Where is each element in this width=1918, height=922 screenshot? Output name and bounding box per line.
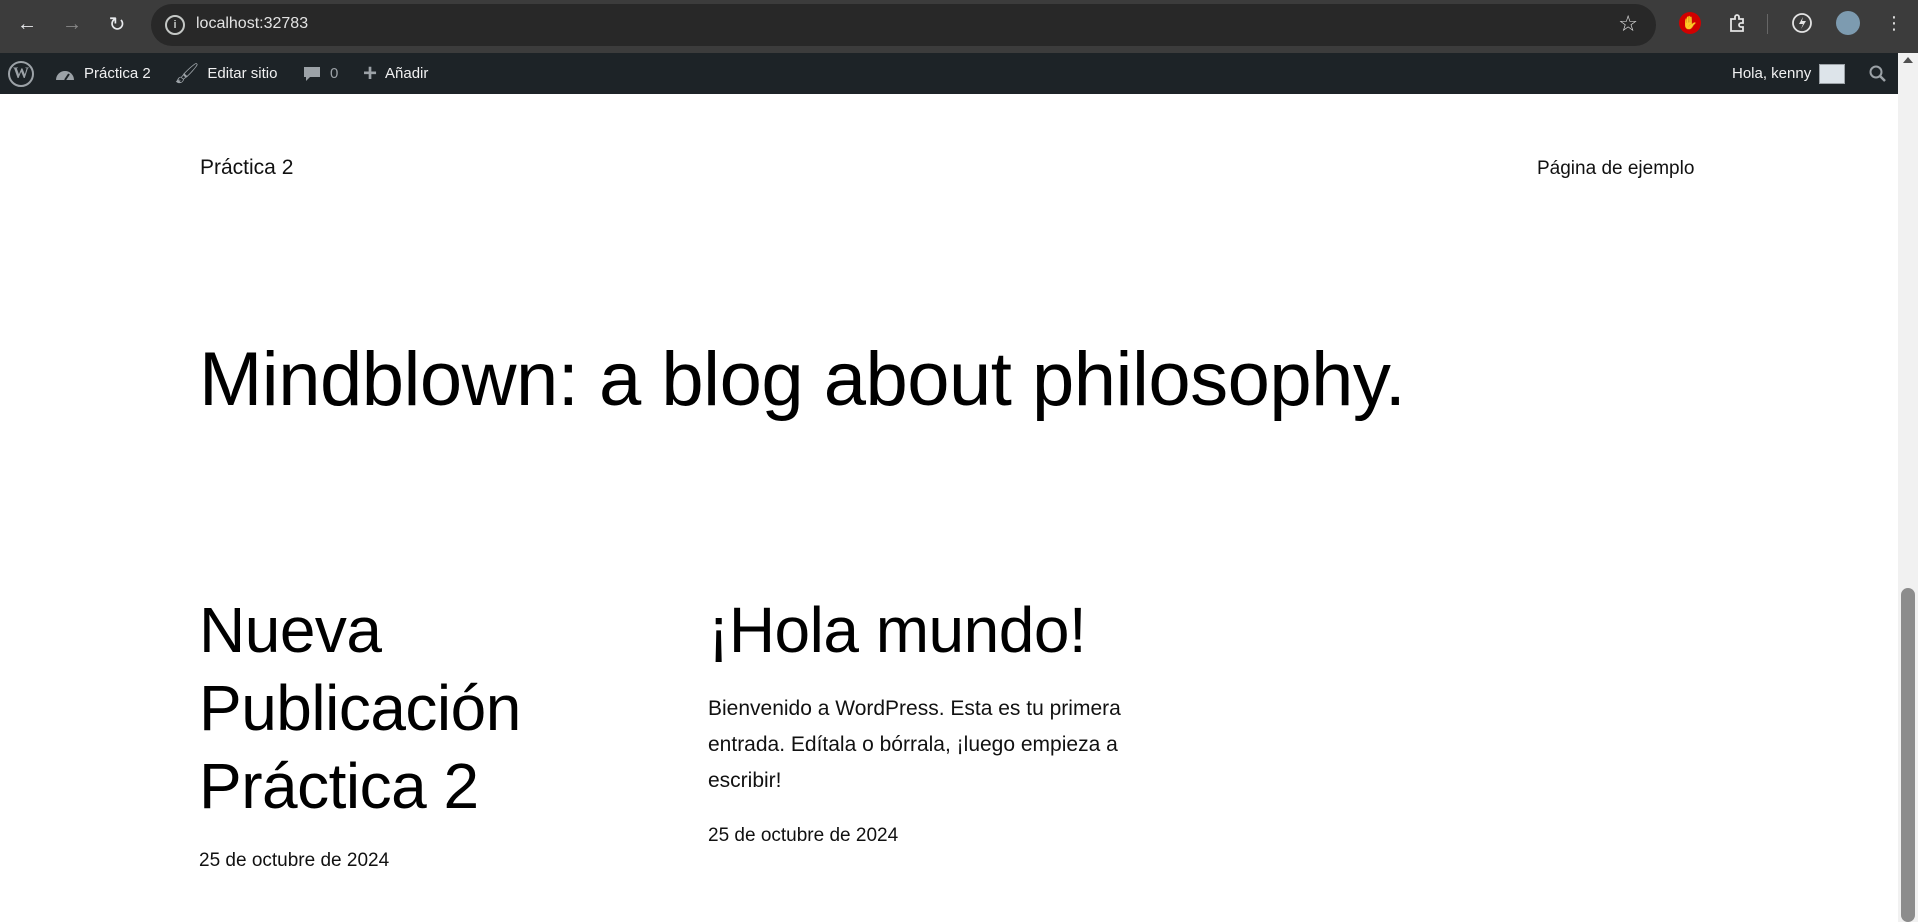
back-button[interactable]: ← bbox=[13, 10, 41, 38]
comment-bubble-icon bbox=[302, 65, 322, 83]
greeting-label: Hola, kenny bbox=[1732, 65, 1812, 82]
star-icon[interactable]: ☆ bbox=[1618, 11, 1638, 37]
site-name-label: Práctica 2 bbox=[84, 65, 151, 82]
red-hand-extension-icon[interactable]: ✋ bbox=[1678, 11, 1702, 35]
profile-avatar-icon[interactable] bbox=[1836, 11, 1860, 35]
browser-toolbar: ← → ↻ i localhost:32783 ☆ ✋ ⋮ bbox=[0, 0, 1918, 53]
page-tagline: Mindblown: a blog about philosophy. bbox=[199, 337, 1406, 422]
comments-count: 0 bbox=[330, 65, 339, 82]
search-icon bbox=[1869, 65, 1886, 82]
scrollbar-thumb[interactable] bbox=[1901, 588, 1915, 922]
address-bar[interactable]: i localhost:32783 ☆ bbox=[151, 4, 1656, 46]
site-title[interactable]: Práctica 2 bbox=[200, 156, 293, 180]
my-account-menu[interactable]: Hola, kenny bbox=[1732, 53, 1846, 94]
edit-site-link[interactable]: 🖌 Editar sitio bbox=[174, 53, 277, 94]
puzzle-extensions-icon[interactable] bbox=[1725, 11, 1749, 35]
scroll-up-arrow-icon[interactable] bbox=[1903, 57, 1913, 63]
arrow-left-icon: ← bbox=[17, 12, 37, 35]
brush-icon: 🖌 bbox=[174, 63, 200, 85]
wordpress-logo-icon: W bbox=[8, 60, 34, 87]
nav-link-sample-page[interactable]: Página de ejemplo bbox=[1537, 158, 1694, 180]
add-new-label: Añadir bbox=[385, 65, 429, 82]
add-new-menu[interactable]: + Añadir bbox=[363, 53, 428, 94]
post-card: ¡Hola mundo! Bienvenido a WordPress. Est… bbox=[708, 591, 1188, 847]
performance-icon[interactable] bbox=[1790, 11, 1814, 35]
url-text[interactable]: localhost:32783 bbox=[196, 15, 308, 33]
edit-site-label: Editar sitio bbox=[207, 65, 278, 82]
forward-button[interactable]: → bbox=[58, 10, 86, 38]
dashboard-gauge-icon bbox=[54, 65, 76, 83]
post-title-link[interactable]: Nueva Publicación Práctica 2 bbox=[199, 591, 619, 825]
post-excerpt: Bienvenido a WordPress. Esta es tu prime… bbox=[708, 697, 1121, 792]
post-card: Nueva Publicación Práctica 2 25 de octub… bbox=[199, 591, 619, 872]
comments-link[interactable]: 0 bbox=[302, 53, 338, 94]
reload-icon: ↻ bbox=[108, 13, 126, 36]
post-date[interactable]: 25 de octubre de 2024 bbox=[708, 825, 1188, 847]
wordpress-logo-menu[interactable]: W bbox=[8, 53, 34, 94]
plus-icon: + bbox=[363, 59, 378, 87]
wp-admin-bar: W Práctica 2 🖌 Editar sitio 0 + Añadir H… bbox=[0, 53, 1898, 94]
user-avatar bbox=[1819, 63, 1846, 84]
toolbar-divider bbox=[1767, 14, 1768, 34]
page-scrollbar[interactable] bbox=[1898, 53, 1918, 922]
info-icon[interactable]: i bbox=[165, 15, 185, 35]
post-date[interactable]: 25 de octubre de 2024 bbox=[199, 850, 619, 872]
site-name-menu[interactable]: Práctica 2 bbox=[54, 53, 151, 94]
arrow-right-icon: → bbox=[62, 12, 82, 35]
search-button[interactable] bbox=[1869, 53, 1887, 94]
post-title-link[interactable]: ¡Hola mundo! bbox=[708, 591, 1188, 669]
reload-button[interactable]: ↻ bbox=[103, 10, 131, 38]
kebab-menu-icon[interactable]: ⋮ bbox=[1882, 11, 1906, 35]
